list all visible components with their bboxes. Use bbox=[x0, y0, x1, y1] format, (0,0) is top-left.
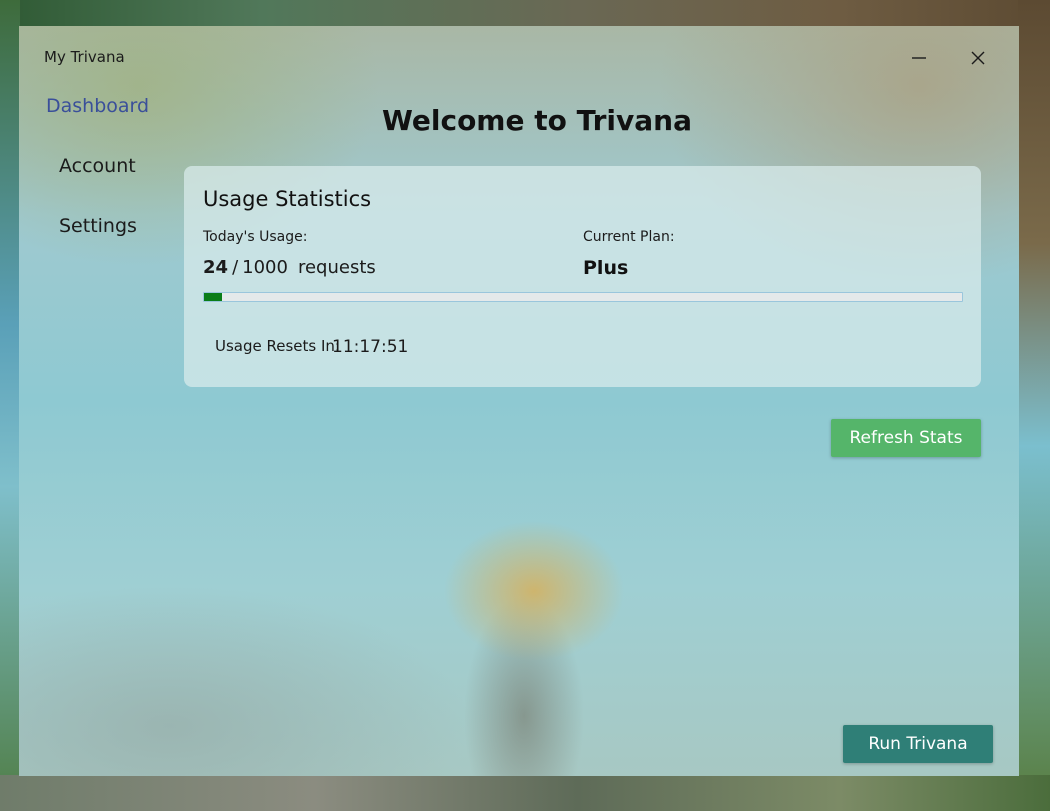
usage-unit: requests bbox=[297, 257, 376, 278]
close-icon bbox=[971, 51, 985, 65]
sidebar-item-settings[interactable]: Settings bbox=[59, 215, 137, 237]
sidebar-item-dashboard[interactable]: Dashboard bbox=[46, 95, 149, 117]
app-window: My Trivana Dashboard Account Settings We… bbox=[19, 26, 1019, 776]
minimize-icon bbox=[912, 57, 926, 59]
card-title: Usage Statistics bbox=[203, 187, 372, 211]
minimize-button[interactable] bbox=[896, 40, 942, 76]
refresh-stats-button[interactable]: Refresh Stats bbox=[831, 419, 981, 457]
current-plan-value: Plus bbox=[583, 257, 629, 279]
desktop-wallpaper-top bbox=[0, 0, 1050, 27]
usage-progress-bar bbox=[203, 292, 963, 302]
title-bar[interactable]: My Trivana bbox=[19, 26, 1019, 86]
usage-progress-fill bbox=[204, 293, 223, 301]
sidebar-item-account[interactable]: Account bbox=[59, 155, 136, 177]
desktop-wallpaper-left bbox=[0, 0, 20, 811]
usage-used-value: 24 bbox=[203, 257, 229, 278]
usage-separator: / bbox=[232, 257, 239, 278]
desktop-wallpaper-bottom bbox=[0, 775, 1050, 811]
usage-limit-value: 1000 bbox=[242, 257, 288, 278]
usage-count: 24/1000 requests bbox=[203, 257, 376, 278]
current-plan-label: Current Plan: bbox=[583, 229, 675, 245]
close-button[interactable] bbox=[955, 40, 1001, 76]
run-trivana-button[interactable]: Run Trivana bbox=[843, 725, 993, 763]
usage-statistics-card: Usage Statistics Today's Usage: 24/1000 r… bbox=[184, 166, 981, 387]
page-title: Welcome to Trivana bbox=[382, 104, 692, 137]
todays-usage-label: Today's Usage: bbox=[203, 229, 308, 245]
usage-reset-label: Usage Resets In: bbox=[215, 337, 340, 355]
desktop-wallpaper-right bbox=[1018, 0, 1050, 811]
usage-reset-countdown: 11:17:51 bbox=[332, 337, 409, 357]
app-title: My Trivana bbox=[44, 48, 125, 66]
